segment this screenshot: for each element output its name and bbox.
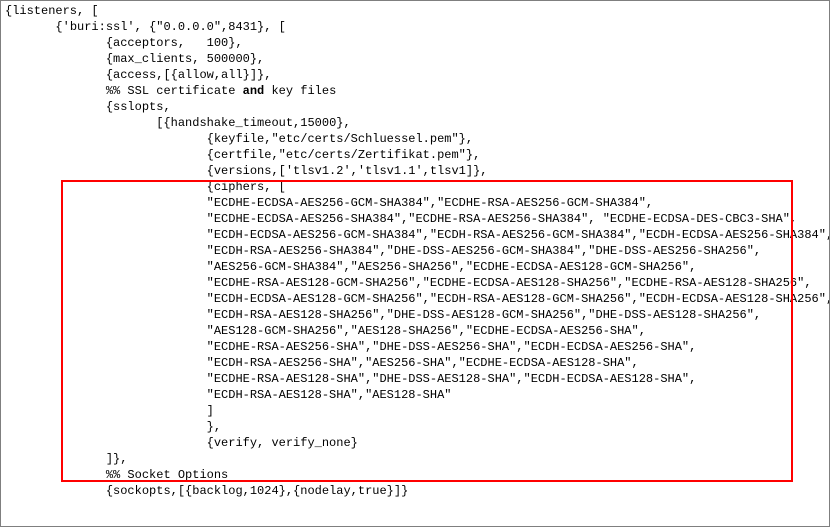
code-line: {certfile,"etc/certs/Zertifikat.pem"}, <box>5 147 829 163</box>
code-line: {sslopts, <box>5 99 829 115</box>
code-line: "ECDH-RSA-AES128-SHA","AES128-SHA" <box>5 387 829 403</box>
code-line: {ciphers, [ <box>5 179 829 195</box>
code-line: "ECDH-RSA-AES128-SHA256","DHE-DSS-AES128… <box>5 307 829 323</box>
code-line: "ECDHE-RSA-AES128-GCM-SHA256","ECDHE-ECD… <box>5 275 829 291</box>
code-line: {keyfile,"etc/certs/Schluessel.pem"}, <box>5 131 829 147</box>
code-line: }, <box>5 419 829 435</box>
code-line: "ECDHE-RSA-AES128-SHA","DHE-DSS-AES128-S… <box>5 371 829 387</box>
code-line: ] <box>5 403 829 419</box>
code-line: {versions,['tlsv1.2','tlsv1.1',tlsv1]}, <box>5 163 829 179</box>
code-block: {listeners, [ {'buri:ssl', {"0.0.0.0",84… <box>1 1 829 499</box>
code-line: %% SSL certificate and key files <box>5 83 829 99</box>
code-line: ]}, <box>5 451 829 467</box>
code-line: {max_clients, 500000}, <box>5 51 829 67</box>
code-line: [{handshake_timeout,15000}, <box>5 115 829 131</box>
code-line: "ECDHE-ECDSA-AES256-GCM-SHA384","ECDHE-R… <box>5 195 829 211</box>
code-line: {'buri:ssl', {"0.0.0.0",8431}, [ <box>5 19 829 35</box>
code-line: "ECDHE-ECDSA-AES256-SHA384","ECDHE-RSA-A… <box>5 211 829 227</box>
code-line: "ECDH-ECDSA-AES128-GCM-SHA256","ECDH-RSA… <box>5 291 829 307</box>
code-line: {acceptors, 100}, <box>5 35 829 51</box>
code-line: {access,[{allow,all}]}, <box>5 67 829 83</box>
code-line: %% Socket Options <box>5 467 829 483</box>
code-line: "AES128-GCM-SHA256","AES128-SHA256","ECD… <box>5 323 829 339</box>
code-line: "ECDH-RSA-AES256-SHA384","DHE-DSS-AES256… <box>5 243 829 259</box>
code-line: "ECDH-RSA-AES256-SHA","AES256-SHA","ECDH… <box>5 355 829 371</box>
code-line: "AES256-GCM-SHA384","AES256-SHA256","ECD… <box>5 259 829 275</box>
code-line: {verify, verify_none} <box>5 435 829 451</box>
code-line: {listeners, [ <box>5 3 829 19</box>
code-frame: {listeners, [ {'buri:ssl', {"0.0.0.0",84… <box>0 0 830 527</box>
code-line: "ECDHE-RSA-AES256-SHA","DHE-DSS-AES256-S… <box>5 339 829 355</box>
code-line: "ECDH-ECDSA-AES256-GCM-SHA384","ECDH-RSA… <box>5 227 829 243</box>
code-line: {sockopts,[{backlog,1024},{nodelay,true}… <box>5 483 829 499</box>
